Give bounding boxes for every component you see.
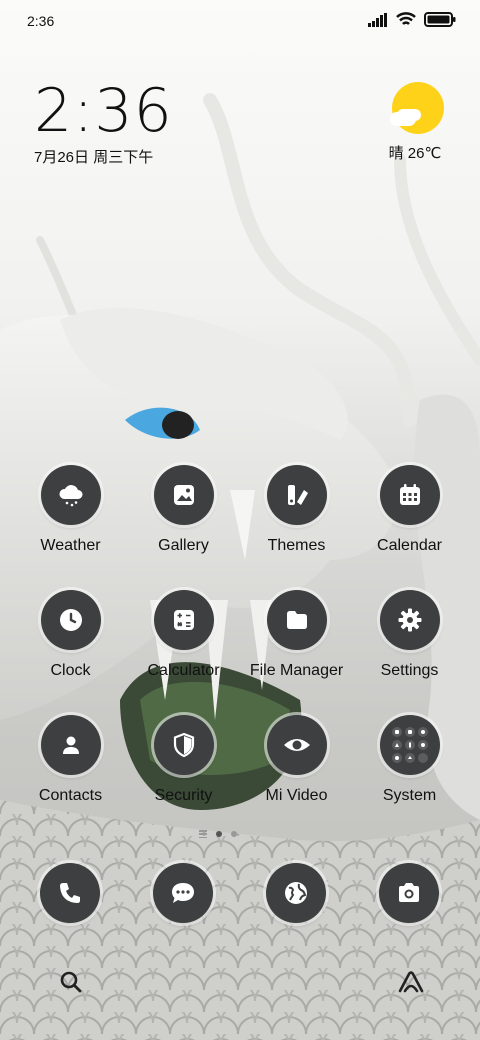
status-bar: 2:36 [0,0,480,44]
app-settings[interactable]: Settings [353,590,466,680]
calendar-icon [399,484,420,505]
search-icon [60,971,82,993]
app-label: Gallery [158,537,209,554]
dock-messages-button[interactable] [153,863,213,923]
signal-icon [368,12,387,27]
app-calculator[interactable]: Calculator [127,590,240,680]
app-contacts[interactable]: Contacts [14,715,127,805]
browser-globe-icon [285,882,307,904]
assistant-icon [398,971,424,993]
app-label: Calculator [147,662,220,679]
shield-icon [173,732,194,758]
weather-widget[interactable]: 晴 26℃ [388,82,448,163]
app-label: Security [154,787,213,804]
dock-browser-button[interactable] [266,863,326,923]
clock-widget-date: 7月26日 周三下午 [34,149,154,166]
app-system-folder[interactable]: System [353,715,466,805]
app-clock[interactable]: Clock [14,590,127,680]
assistant-button[interactable] [396,967,426,997]
gallery-icon [173,485,194,505]
app-label: File Manager [249,662,344,679]
weather-cloud-icon [58,485,82,507]
app-label: Weather [40,537,101,554]
eye-icon [283,739,310,751]
app-file-manager[interactable]: File Manager [240,590,353,680]
weather-widget-text: 晴 26℃ [388,145,442,162]
themes-icon [287,485,308,505]
page-dot-active [216,831,222,837]
app-mi-video[interactable]: Mi Video [240,715,353,805]
app-weather[interactable]: Weather [14,465,127,555]
clock-widget[interactable]: 2:36 7月26日 周三下午 [34,80,173,167]
app-themes[interactable]: Themes [240,465,353,555]
app-calendar[interactable]: Calendar [353,465,466,555]
message-icon [172,883,194,903]
app-label: Contacts [38,787,103,804]
app-gallery[interactable]: Gallery [127,465,240,555]
menu-lines-icon [199,830,207,838]
clock-widget-time: 2:36 [34,76,173,146]
sunny-cloud-icon [390,82,444,134]
app-folder-icon [391,727,428,763]
page-indicator[interactable] [199,830,237,838]
app-label: Themes [267,537,326,554]
clock-icon [59,609,82,631]
page-dot [231,831,237,837]
calculator-icon [173,610,194,630]
app-label: System [382,787,437,804]
battery-icon [424,12,456,27]
app-security[interactable]: Security [127,715,240,805]
contacts-icon [62,736,79,754]
wifi-icon [396,12,416,25]
search-button[interactable] [56,967,86,997]
folder-icon [286,611,307,629]
dock-camera-button[interactable] [379,863,439,923]
app-label: Clock [50,662,91,679]
app-label: Calendar [377,537,442,554]
camera-icon [399,883,419,902]
dock-phone-button[interactable] [40,863,100,923]
phone-icon [60,883,80,903]
app-label: Settings [380,662,439,679]
app-label: Mi Video [265,787,328,804]
gear-icon [398,608,421,632]
status-time: 2:36 [27,13,55,29]
